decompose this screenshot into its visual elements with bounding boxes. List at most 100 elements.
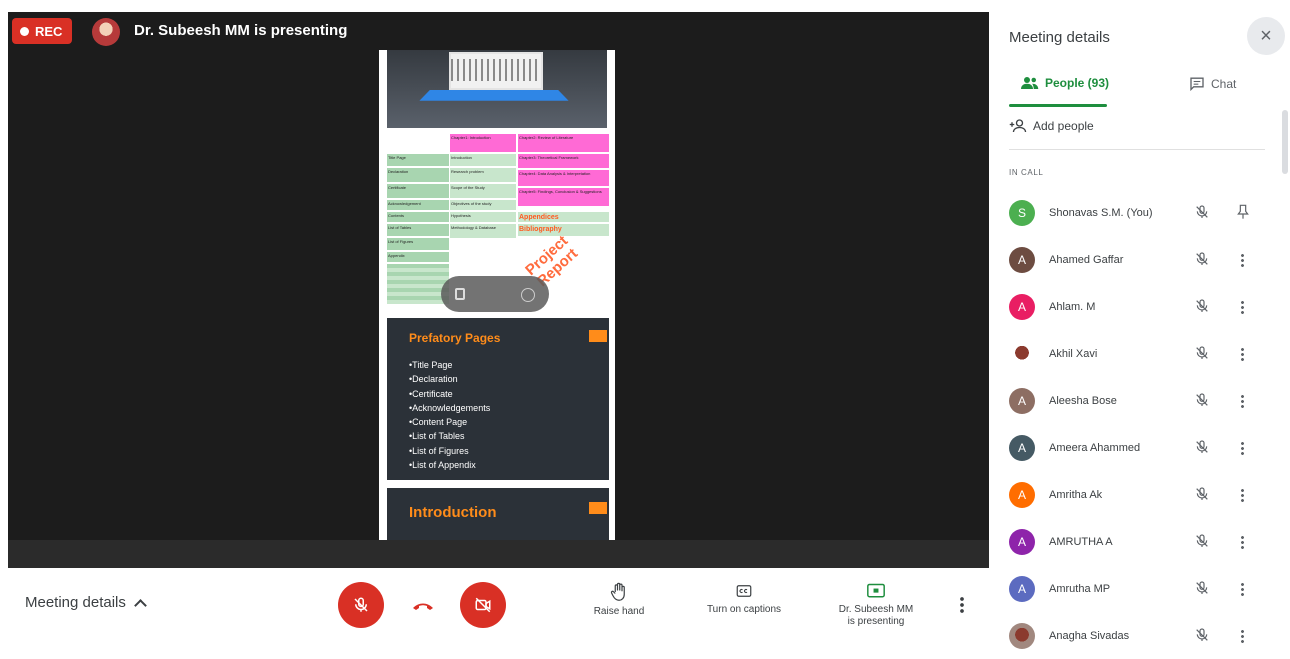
participant-name: Amrutha MP <box>1049 583 1111 595</box>
participant-avatar: S <box>1009 200 1035 226</box>
slide-laptop-image <box>387 50 607 128</box>
more-options-icon[interactable] <box>1241 535 1244 549</box>
call-controls-bar: Meeting details Raise hand Turn on capti… <box>0 572 989 637</box>
presentation-control-pill[interactable] <box>441 276 549 312</box>
slide-table-cell: List of Tables <box>387 224 449 236</box>
panel-accent <box>589 330 607 342</box>
slide-table-cell: List of Figures <box>387 238 449 250</box>
mic-muted-icon <box>1194 298 1210 319</box>
participant-row[interactable]: A Ahlam. M <box>989 284 1290 330</box>
participant-row[interactable]: Akhil Xavi <box>989 331 1290 377</box>
participant-avatar: A <box>1009 529 1035 555</box>
captions-button[interactable]: Turn on captions <box>696 582 792 616</box>
prefatory-list-item: •Declaration <box>409 374 458 385</box>
slide-table-cell: Objectives of the study <box>450 200 516 210</box>
slide-table-cell: Title Page <box>387 154 449 166</box>
presentation-stage: REC Dr. Subeesh MM is presenting Chapter… <box>8 12 989 568</box>
participant-row[interactable]: Anagha Sivadas <box>989 613 1290 659</box>
raise-hand-button[interactable]: Raise hand <box>582 582 656 618</box>
in-call-heading: IN CALL <box>1009 168 1044 177</box>
participant-name: Ameera Ahammed <box>1049 442 1141 454</box>
participant-row[interactable]: A AMRUTHA A <box>989 519 1290 565</box>
panel-title: Meeting details <box>1009 29 1110 46</box>
participant-avatar: A <box>1009 247 1035 273</box>
chat-icon <box>1190 77 1204 91</box>
more-options-icon[interactable] <box>1241 347 1244 361</box>
slide-table-cell: Appendices <box>518 212 609 222</box>
panel-accent <box>589 502 607 514</box>
prefatory-list-item: •Acknowledgements <box>409 402 491 413</box>
prefatory-list-item: •List of Figures <box>409 445 469 456</box>
prefatory-list-item: •List of Appendix <box>409 460 476 471</box>
microphone-toggle-button[interactable] <box>338 582 384 628</box>
more-options-icon[interactable] <box>1241 488 1244 502</box>
participant-avatar: A <box>1009 482 1035 508</box>
meeting-details-label: Meeting details <box>25 594 126 611</box>
add-people-label: Add people <box>1033 119 1094 133</box>
stage-footer <box>8 540 989 568</box>
shared-slide: Chapter1: Introduction Chapter2: Review o… <box>379 50 615 540</box>
options-icon[interactable] <box>521 288 535 302</box>
pin-icon[interactable] <box>455 288 465 300</box>
pin-icon[interactable] <box>1236 204 1250 225</box>
more-options-icon[interactable] <box>1241 441 1244 455</box>
participant-avatar: A <box>1009 294 1035 320</box>
add-person-icon <box>1009 119 1027 133</box>
mic-muted-icon <box>1194 486 1210 507</box>
camera-toggle-button[interactable] <box>460 582 506 628</box>
participant-row[interactable]: A Ahamed Gaffar <box>989 237 1290 283</box>
mic-off-icon <box>354 597 368 612</box>
more-options-icon[interactable] <box>1241 629 1244 643</box>
prefatory-list-item: •Certificate <box>409 388 453 399</box>
phone-hangup-icon <box>413 603 433 610</box>
participant-avatar: A <box>1009 435 1035 461</box>
slide-table-cell: Contents <box>387 212 449 222</box>
more-options-icon[interactable] <box>1241 582 1244 596</box>
divider <box>1009 149 1265 150</box>
mic-muted-icon <box>1194 251 1210 272</box>
participant-row[interactable]: S Shonavas S.M. (You) <box>989 190 1290 236</box>
add-people-button[interactable]: Add people <box>1009 119 1094 133</box>
mic-muted-icon <box>1194 627 1210 648</box>
present-label-line2: is presenting <box>847 616 905 627</box>
presenter-label: Dr. Subeesh MM is presenting <box>134 22 348 39</box>
closed-captions-icon <box>736 585 752 597</box>
meeting-details-toggle[interactable]: Meeting details <box>25 594 147 612</box>
mic-muted-icon <box>1194 392 1210 413</box>
recording-badge: REC <box>12 18 73 44</box>
mic-muted-icon <box>1194 439 1210 460</box>
slide-table-filler <box>387 300 449 304</box>
more-options-icon[interactable] <box>1241 394 1244 408</box>
participant-row[interactable]: A Amrutha MP <box>989 566 1290 612</box>
participants-scrollbar[interactable] <box>1282 110 1288 174</box>
present-now-button[interactable]: Dr. Subeesh MM is presenting <box>826 582 926 628</box>
panel-title: Prefatory Pages <box>409 331 501 345</box>
chevron-up-icon <box>134 598 147 612</box>
participant-name: Shonavas S.M. (You) <box>1049 207 1153 219</box>
tab-chat[interactable]: Chat <box>1189 76 1236 91</box>
more-options-icon[interactable] <box>1241 253 1244 267</box>
close-panel-button[interactable]: × <box>1247 17 1285 55</box>
tab-people[interactable]: People (93) <box>1021 76 1109 90</box>
leave-call-button[interactable] <box>400 582 446 628</box>
laptop-screen-graphic <box>449 52 543 90</box>
prefatory-pages-panel: Prefatory Pages •Title Page •Declaration •… <box>387 318 609 480</box>
prefatory-list-item: •Content Page <box>409 417 468 428</box>
more-options-icon[interactable] <box>1241 300 1244 314</box>
participant-name: Ahlam. M <box>1049 301 1096 313</box>
slide-table-cell: Chapter2: Review of Literature <box>518 134 609 152</box>
prefatory-list: •Title Page •Declaration •Certificate •Ackn… <box>409 358 490 472</box>
slide-table-cell: Scope of the Study <box>450 184 516 198</box>
slide-table-cell: Acknowledgement <box>387 200 449 210</box>
participant-avatar <box>1009 341 1035 367</box>
slide-table-cell: Chapter1: Introduction <box>450 134 516 152</box>
participant-row[interactable]: A Ameera Ahammed <box>989 425 1290 471</box>
participant-row[interactable]: A Aleesha Bose <box>989 378 1290 424</box>
captions-label: Turn on captions <box>706 604 782 615</box>
participant-row[interactable]: A Amritha Ak <box>989 472 1290 518</box>
slide-table-cell: Research problem <box>450 168 516 182</box>
more-options-icon[interactable] <box>960 596 964 614</box>
slide-table-cell: Chapter3: Theoretical Framework <box>518 154 609 168</box>
slide-table-cell: Appendix <box>387 252 449 262</box>
prefatory-list-item: •List of Tables <box>409 431 465 442</box>
